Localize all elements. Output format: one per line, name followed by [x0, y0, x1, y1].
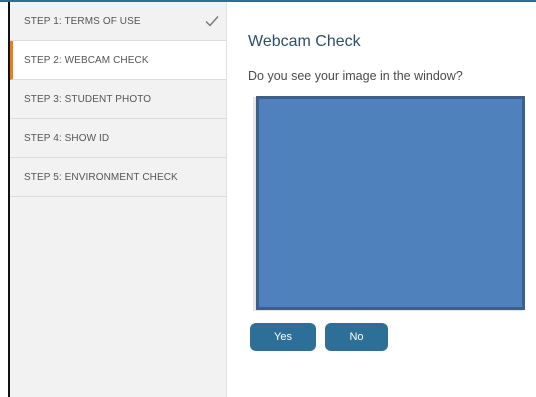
step-label: STEP 4: SHOW ID	[24, 132, 110, 144]
sidebar-step-environment-check[interactable]: STEP 5: ENVIRONMENT CHECK	[10, 158, 226, 197]
sidebar-step-student-photo[interactable]: STEP 3: STUDENT PHOTO	[10, 80, 226, 119]
check-icon	[205, 16, 219, 27]
sidebar-step-show-id[interactable]: STEP 4: SHOW ID	[10, 119, 226, 158]
webcam-preview	[256, 96, 525, 310]
no-button[interactable]: No	[325, 323, 388, 351]
step-label: STEP 1: TERMS OF USE	[24, 15, 141, 27]
steps-sidebar: STEP 1: TERMS OF USE STEP 2: WEBCAM CHEC…	[10, 2, 227, 397]
step-label: STEP 5: ENVIRONMENT CHECK	[24, 171, 178, 183]
sidebar-step-terms-of-use[interactable]: STEP 1: TERMS OF USE	[10, 2, 226, 41]
sidebar-step-webcam-check[interactable]: STEP 2: WEBCAM CHECK	[10, 41, 226, 80]
step-label: STEP 3: STUDENT PHOTO	[24, 93, 152, 105]
webcam-question: Do you see your image in the window?	[248, 69, 463, 83]
step-label: STEP 2: WEBCAM CHECK	[24, 54, 149, 66]
main-content: Webcam Check Do you see your image in th…	[248, 33, 528, 83]
page-title: Webcam Check	[248, 33, 361, 50]
yes-button[interactable]: Yes	[250, 323, 316, 351]
